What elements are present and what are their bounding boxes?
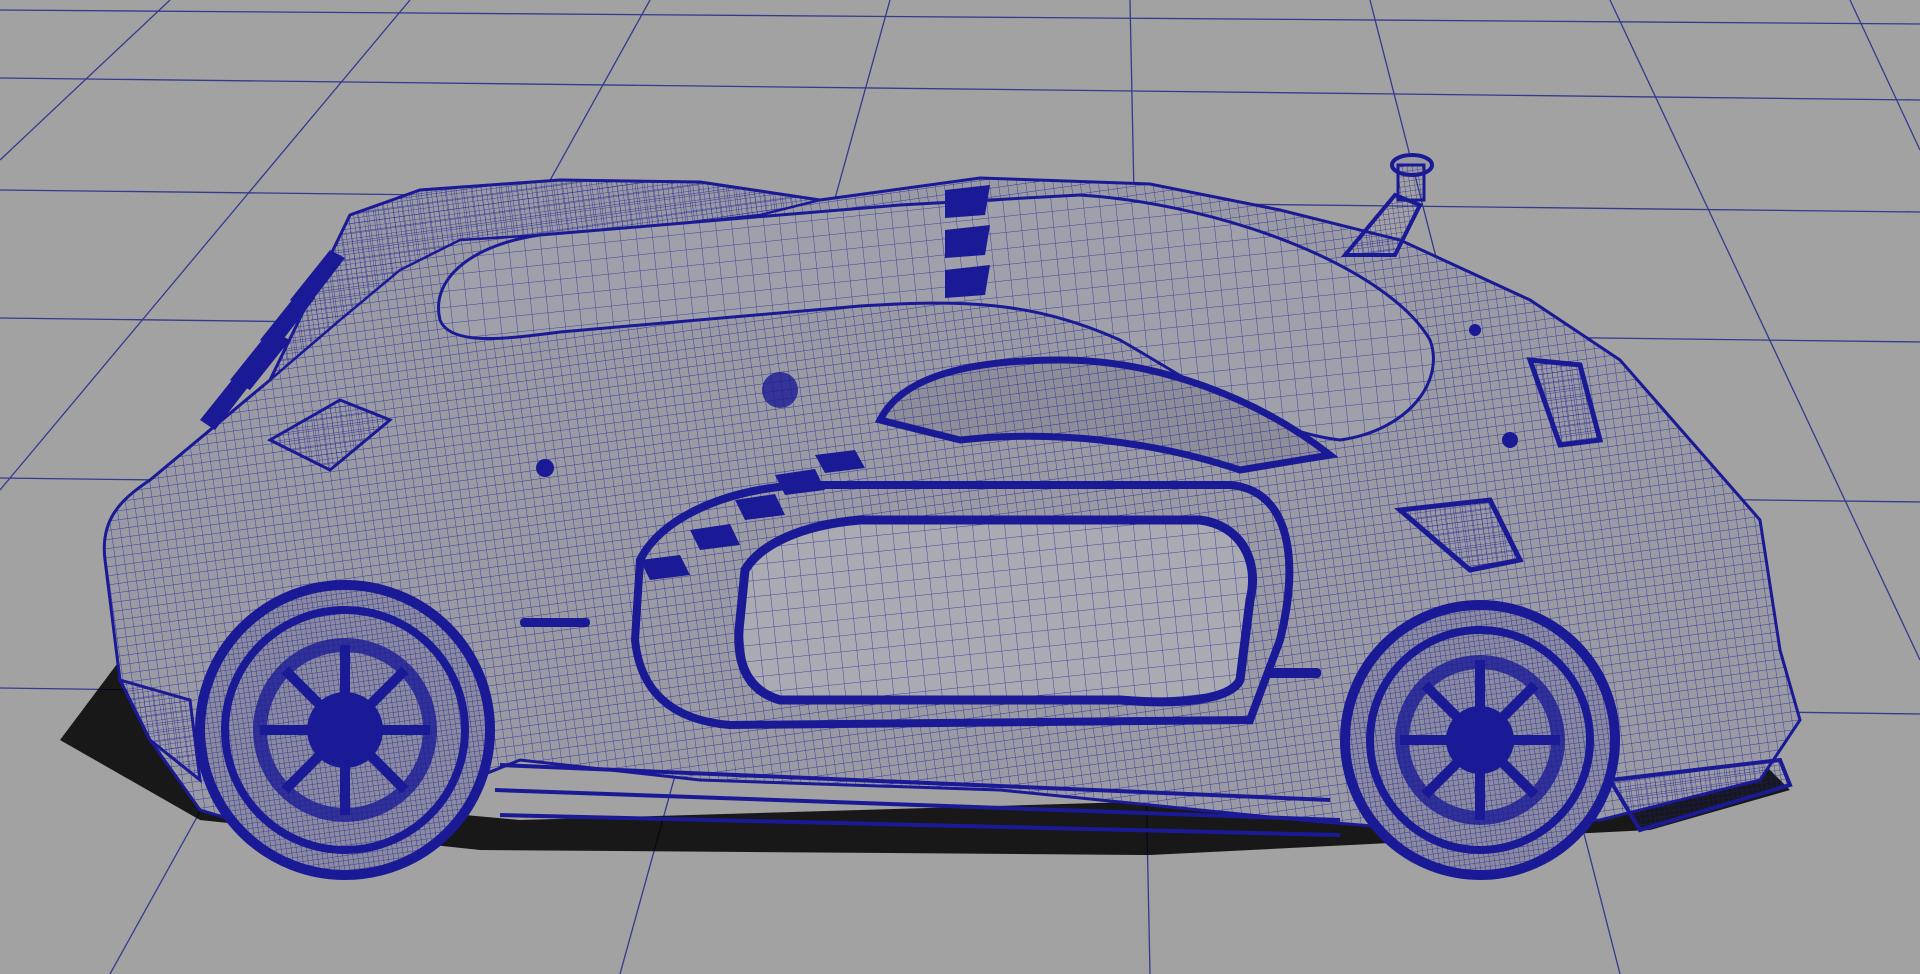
car-front-fins [945, 185, 990, 298]
3d-viewport[interactable] [0, 0, 1920, 974]
front-wheel[interactable] [1340, 600, 1620, 880]
viewport-canvas[interactable] [0, 0, 1920, 974]
car-fuel-cap [762, 372, 798, 408]
car-model[interactable] [102, 153, 1802, 880]
rear-wheel[interactable] [195, 580, 495, 880]
